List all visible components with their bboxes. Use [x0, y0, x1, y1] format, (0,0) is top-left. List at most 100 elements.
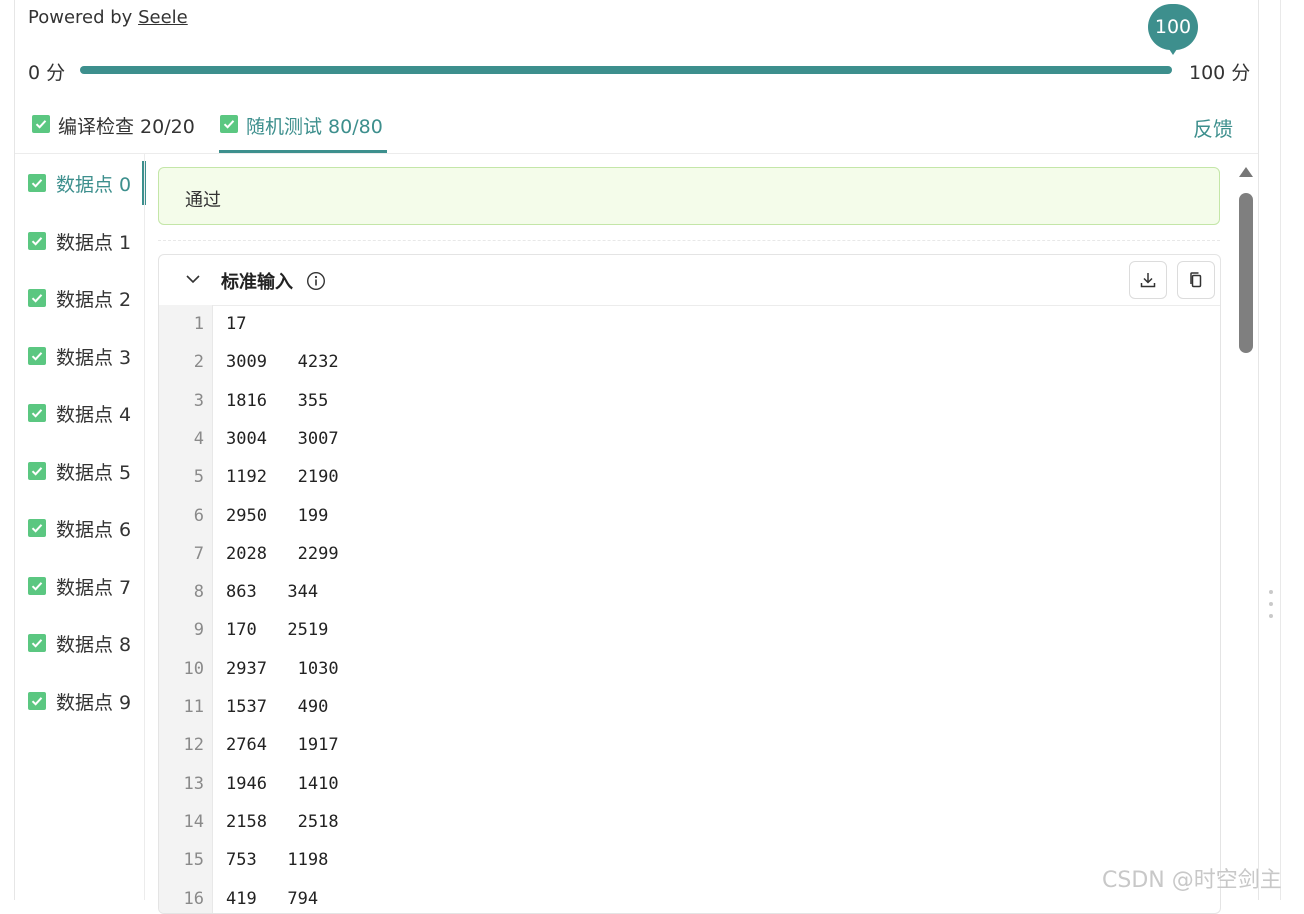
line-number: 9	[159, 620, 204, 640]
code-line: 111537 490	[159, 688, 1220, 726]
result-status-text: 通过	[185, 186, 221, 212]
code-line: 7 2028 2299	[159, 535, 1220, 573]
stdin-panel: 标准输入 11723009 423231816 35543004 3007511…	[158, 254, 1221, 914]
copy-button[interactable]	[1177, 261, 1215, 299]
resize-handle[interactable]	[1268, 590, 1274, 618]
code-line: 23009 4232	[159, 343, 1220, 381]
info-icon[interactable]	[306, 271, 326, 291]
powered-by-brand-link[interactable]: Seele	[138, 7, 188, 28]
score-slider-fill	[80, 66, 1172, 74]
powered-by-prefix: Powered by	[28, 7, 138, 28]
line-number: 5	[159, 467, 204, 487]
code-text: 3004 3007	[226, 429, 339, 449]
datapoint-label: 数据点 5	[56, 458, 131, 485]
check-icon	[28, 174, 46, 192]
check-icon	[28, 519, 46, 537]
line-number: 6	[159, 506, 204, 526]
code-line: 9 170 2519	[159, 611, 1220, 649]
score-max-label: 100 分	[1189, 58, 1250, 85]
download-button[interactable]	[1129, 261, 1167, 299]
section-separator	[158, 240, 1220, 241]
datapoint-item[interactable]: 数据点 7	[28, 570, 131, 602]
vertical-scrollbar[interactable]	[1234, 160, 1258, 900]
code-text: 170 2519	[226, 620, 328, 640]
code-text: 2028 2299	[226, 544, 339, 564]
score-bubble-tail	[1167, 46, 1179, 55]
datapoint-item[interactable]: 数据点 3	[28, 340, 131, 372]
tab-random-test-label: 随机测试 80/80	[246, 112, 383, 139]
check-icon	[32, 115, 50, 133]
code-line: 8 863 344	[159, 573, 1220, 611]
datapoint-label: 数据点 3	[56, 343, 131, 370]
code-line: 4 3004 3007	[159, 420, 1220, 458]
code-text: 753 1198	[226, 850, 328, 870]
scrollbar-thumb[interactable]	[1239, 193, 1253, 353]
code-text: 863 344	[226, 582, 318, 602]
stdin-panel-title: 标准输入	[221, 268, 293, 294]
code-text: 1816 355	[226, 391, 328, 411]
code-text: 17	[226, 314, 246, 334]
line-number: 8	[159, 582, 204, 602]
check-icon	[28, 462, 46, 480]
line-number: 13	[159, 774, 204, 794]
datapoint-label: 数据点 0	[56, 170, 131, 197]
datapoint-item[interactable]: 数据点 4	[28, 397, 131, 429]
line-number: 1	[159, 314, 204, 334]
result-status-box: 通过	[158, 167, 1220, 225]
download-icon	[1139, 271, 1157, 289]
code-line: 62950 199	[159, 497, 1220, 535]
page-right-border	[1280, 0, 1281, 900]
check-icon	[28, 634, 46, 652]
check-icon	[28, 289, 46, 307]
check-icon	[28, 577, 46, 595]
panel-left-border	[14, 0, 15, 900]
chevron-down-icon[interactable]	[185, 271, 201, 287]
datapoint-item[interactable]: 数据点 9	[28, 685, 131, 717]
code-text: 2764 1917	[226, 735, 339, 755]
score-min-label: 0 分	[28, 58, 65, 85]
datapoint-label: 数据点 8	[56, 630, 131, 657]
scroll-up-arrow-icon[interactable]	[1239, 167, 1253, 177]
check-icon	[28, 347, 46, 365]
datapoint-label: 数据点 7	[56, 573, 131, 600]
copy-icon	[1187, 271, 1205, 289]
datapoint-label: 数据点 1	[56, 228, 131, 255]
powered-by: Powered by Seele	[28, 7, 188, 28]
datapoint-item[interactable]: 数据点 0	[28, 167, 131, 199]
tab-random-test[interactable]: 随机测试 80/80	[220, 112, 383, 154]
score-value-bubble: 100	[1148, 4, 1198, 50]
line-number: 3	[159, 391, 204, 411]
line-number: 12	[159, 735, 204, 755]
check-icon	[28, 692, 46, 710]
line-number: 4	[159, 429, 204, 449]
line-number: 7	[159, 544, 204, 564]
datapoint-item[interactable]: 数据点 2	[28, 282, 131, 314]
datapoint-item[interactable]: 数据点 5	[28, 455, 131, 487]
code-line: 13 1946 1410	[159, 765, 1220, 803]
line-number: 14	[159, 812, 204, 832]
line-number: 10	[159, 659, 204, 679]
datapoint-label: 数据点 2	[56, 285, 131, 312]
code-line: 5 1192 2190	[159, 458, 1220, 496]
datapoint-item[interactable]: 数据点 8	[28, 627, 131, 659]
tab-compile-check-label: 编译检查 20/20	[58, 112, 195, 139]
tabs-divider	[15, 153, 1258, 154]
datapoint-item[interactable]: 数据点 1	[28, 225, 131, 257]
code-line: 12 2764 1917	[159, 726, 1220, 764]
line-number: 16	[159, 889, 204, 909]
tab-compile-check[interactable]: 编译检查 20/20	[32, 112, 195, 154]
datapoint-label: 数据点 6	[56, 515, 131, 542]
line-number: 15	[159, 850, 204, 870]
score-slider-track	[80, 66, 1172, 74]
code-line: 102937 1030	[159, 650, 1220, 688]
code-text: 419 794	[226, 889, 318, 909]
code-text: 1192 2190	[226, 467, 339, 487]
code-line: 15 753 1198	[159, 841, 1220, 879]
datapoint-item[interactable]: 数据点 6	[28, 512, 131, 544]
code-text: 1946 1410	[226, 774, 339, 794]
sidebar-divider	[144, 154, 145, 900]
datapoint-label: 数据点 9	[56, 688, 131, 715]
feedback-link[interactable]: 反馈	[1193, 113, 1233, 142]
line-number: 11	[159, 697, 204, 717]
code-line: 16 419 794	[159, 880, 1220, 914]
